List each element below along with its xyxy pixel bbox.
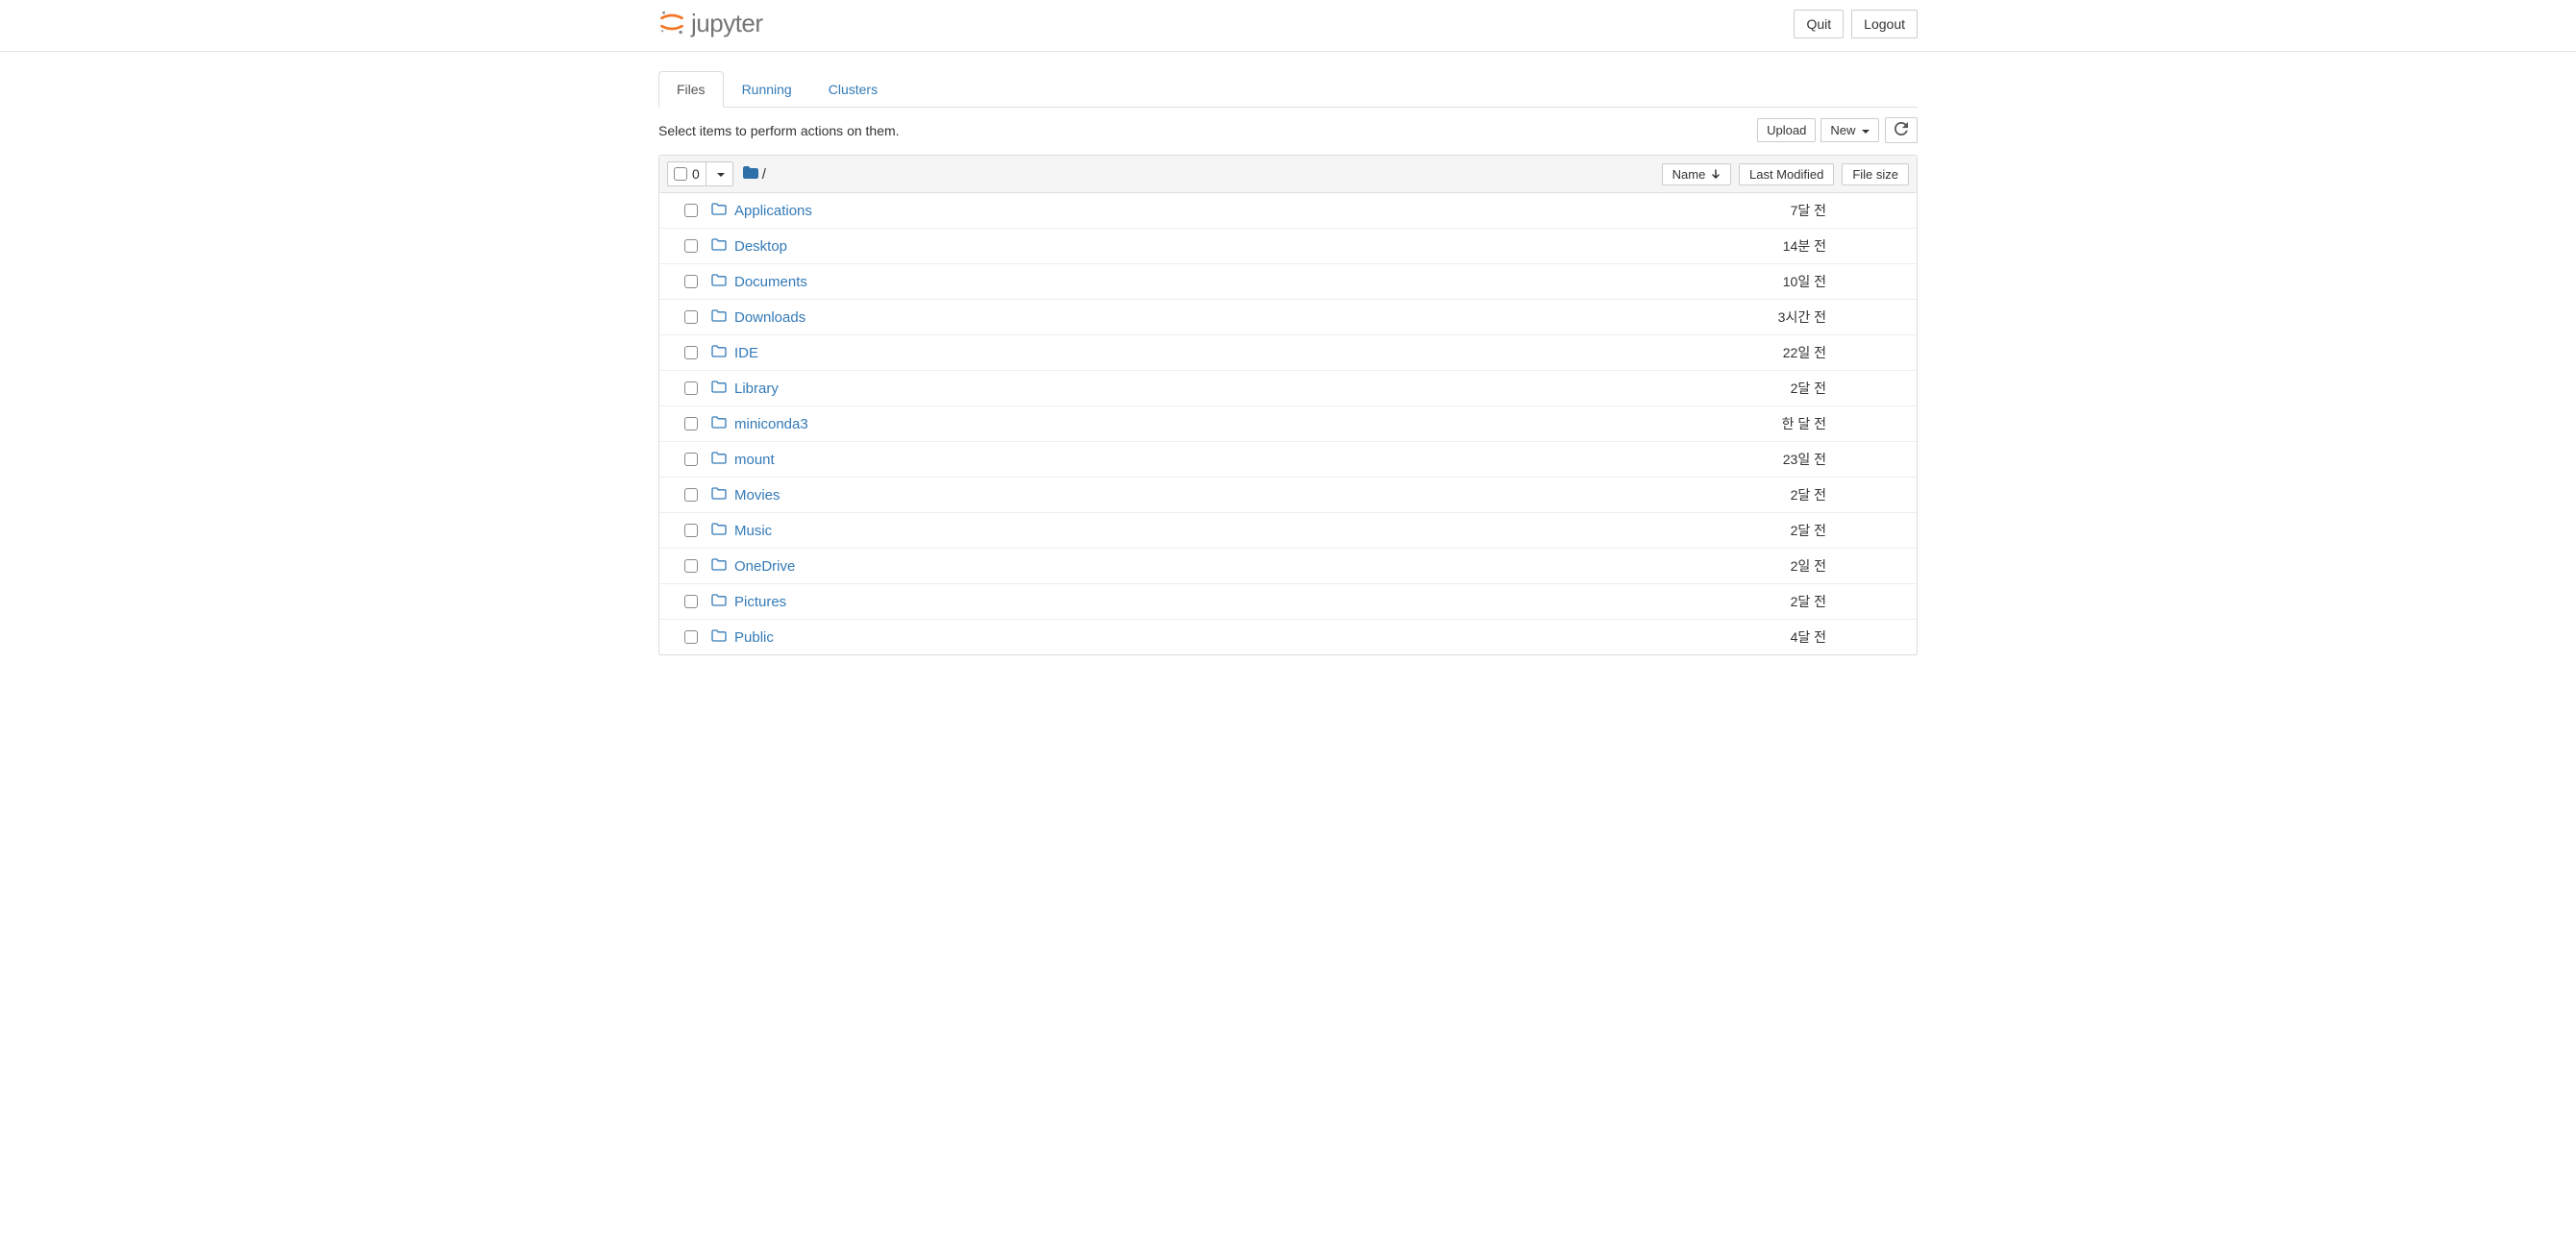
arrow-down-icon (1711, 167, 1721, 182)
row-checkbox[interactable] (684, 488, 698, 502)
item-link[interactable]: Library (734, 381, 779, 397)
folder-outline-icon (711, 487, 727, 503)
item-modified: 한 달 전 (1659, 414, 1832, 433)
item-link[interactable]: Public (734, 629, 774, 646)
folder-outline-icon (711, 594, 727, 609)
row-checkbox[interactable] (684, 204, 698, 217)
row-checkbox[interactable] (684, 275, 698, 288)
file-list: 0 / Name (658, 155, 1918, 655)
item-link[interactable]: Documents (734, 274, 807, 290)
item-link[interactable]: mount (734, 452, 775, 468)
select-all-dropdown[interactable] (706, 162, 732, 185)
item-link[interactable]: Downloads (734, 309, 805, 326)
item-modified: 2달 전 (1659, 485, 1832, 504)
list-item: Public 4달 전 (659, 620, 1917, 654)
folder-outline-icon (711, 523, 727, 538)
item-modified: 2달 전 (1659, 592, 1832, 611)
item-modified: 10일 전 (1659, 272, 1832, 291)
tab-running[interactable]: Running (724, 71, 810, 108)
list-item: miniconda3 한 달 전 (659, 406, 1917, 442)
list-item: IDE 22일 전 (659, 335, 1917, 371)
item-modified: 4달 전 (1659, 627, 1832, 647)
row-checkbox[interactable] (684, 346, 698, 359)
refresh-icon (1895, 124, 1908, 138)
item-link[interactable]: Applications (734, 203, 812, 219)
item-link[interactable]: miniconda3 (734, 416, 808, 432)
toolbar-hint: Select items to perform actions on them. (658, 123, 900, 138)
item-modified: 2달 전 (1659, 521, 1832, 540)
list-item: Downloads 3시간 전 (659, 300, 1917, 335)
caret-down-icon (1862, 130, 1870, 134)
item-modified: 23일 전 (1659, 450, 1832, 469)
tab-files[interactable]: Files (658, 71, 724, 108)
sort-size-button[interactable]: File size (1842, 163, 1909, 185)
upload-button[interactable]: Upload (1757, 118, 1816, 142)
item-link[interactable]: IDE (734, 345, 758, 361)
list-item: Pictures 2달 전 (659, 584, 1917, 620)
row-checkbox[interactable] (684, 630, 698, 644)
sort-name-button[interactable]: Name (1662, 163, 1731, 185)
item-link[interactable]: OneDrive (734, 558, 795, 575)
logo-text: jupyter (691, 9, 763, 38)
row-checkbox[interactable] (684, 453, 698, 466)
jupyter-logo[interactable]: jupyter (658, 4, 763, 43)
row-checkbox[interactable] (684, 239, 698, 253)
list-item: OneDrive 2일 전 (659, 549, 1917, 584)
list-item: Documents 10일 전 (659, 264, 1917, 300)
list-item: Music 2달 전 (659, 513, 1917, 549)
list-item: Movies 2달 전 (659, 478, 1917, 513)
new-label: New (1830, 123, 1855, 137)
new-dropdown-button[interactable]: New (1821, 118, 1879, 142)
item-modified: 7달 전 (1659, 201, 1832, 220)
name-col-label: Name (1672, 167, 1706, 182)
refresh-button[interactable] (1885, 117, 1918, 143)
sort-modified-button[interactable]: Last Modified (1739, 163, 1834, 185)
row-checkbox[interactable] (684, 595, 698, 608)
row-checkbox[interactable] (684, 381, 698, 395)
folder-outline-icon (711, 629, 727, 645)
item-link[interactable]: Music (734, 523, 772, 539)
folder-outline-icon (711, 452, 727, 467)
logout-button[interactable]: Logout (1851, 10, 1918, 38)
tab-clusters[interactable]: Clusters (810, 71, 896, 108)
selected-count: 0 (692, 166, 700, 182)
list-header: 0 / Name (659, 156, 1917, 193)
folder-outline-icon (711, 238, 727, 254)
item-modified: 22일 전 (1659, 343, 1832, 362)
select-all-checkbox[interactable] (674, 167, 687, 181)
breadcrumb-separator: / (762, 166, 766, 183)
select-all-control: 0 (667, 161, 733, 186)
item-modified: 2달 전 (1659, 379, 1832, 398)
item-link[interactable]: Desktop (734, 238, 787, 255)
folder-outline-icon (711, 345, 727, 360)
item-modified: 2일 전 (1659, 556, 1832, 576)
caret-down-icon (717, 173, 725, 177)
row-checkbox[interactable] (684, 559, 698, 573)
breadcrumb[interactable]: / (743, 166, 766, 183)
top-header: jupyter Quit Logout (0, 0, 2576, 52)
tabs: FilesRunningClusters (658, 71, 1918, 108)
item-link[interactable]: Movies (734, 487, 780, 504)
row-checkbox[interactable] (684, 524, 698, 537)
list-item: mount 23일 전 (659, 442, 1917, 478)
list-item: Desktop 14분 전 (659, 229, 1917, 264)
folder-outline-icon (711, 203, 727, 218)
folder-icon (743, 166, 758, 183)
row-checkbox[interactable] (684, 310, 698, 324)
list-item: Applications 7달 전 (659, 193, 1917, 229)
folder-outline-icon (711, 274, 727, 289)
item-modified: 3시간 전 (1659, 307, 1832, 327)
folder-outline-icon (711, 381, 727, 396)
folder-outline-icon (711, 309, 727, 325)
item-link[interactable]: Pictures (734, 594, 786, 610)
quit-button[interactable]: Quit (1794, 10, 1844, 38)
folder-outline-icon (711, 416, 727, 431)
toolbar: Select items to perform actions on them.… (658, 108, 1918, 155)
item-modified: 14분 전 (1659, 236, 1832, 256)
jupyter-icon (658, 9, 685, 38)
list-item: Library 2달 전 (659, 371, 1917, 406)
folder-outline-icon (711, 558, 727, 574)
row-checkbox[interactable] (684, 417, 698, 430)
